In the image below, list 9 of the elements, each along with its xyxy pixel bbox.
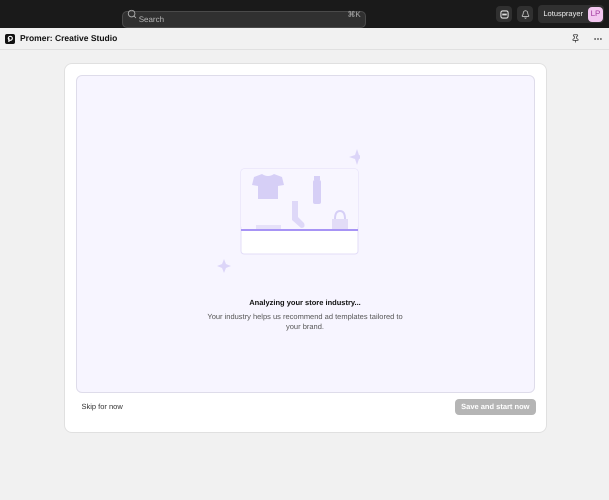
notifications-button[interactable] (517, 6, 534, 22)
app-logo-icon (5, 34, 15, 44)
pin-icon[interactable] (571, 34, 580, 43)
search-icon (126, 9, 137, 19)
bell-icon (520, 10, 530, 18)
app-title: Promer: Creative Studio (20, 32, 118, 45)
assistant-button[interactable] (496, 6, 512, 22)
user-avatar: LP (588, 6, 603, 22)
shortcut-hint: ⌘K (347, 8, 361, 20)
